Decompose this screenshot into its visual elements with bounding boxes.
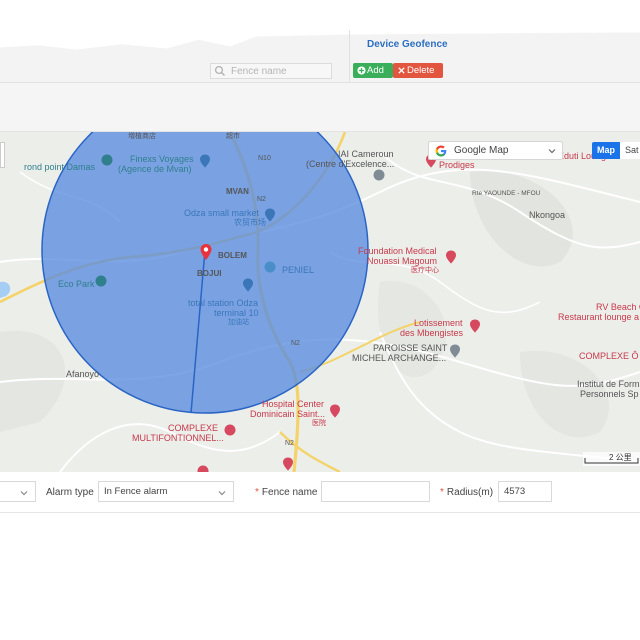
alarm-type-label: Alarm type bbox=[46, 487, 94, 498]
radius-label: * Radius(m) bbox=[440, 487, 493, 498]
map-label: Nkongoa bbox=[529, 210, 566, 220]
poi-tourism-icon bbox=[101, 154, 113, 166]
map-label: des Mbengistes bbox=[400, 328, 464, 338]
map-view-button[interactable]: Map bbox=[592, 142, 620, 159]
map-label: Eco Park bbox=[58, 279, 95, 289]
map-label: IAI Cameroun bbox=[338, 149, 394, 159]
alarm-type-value: In Fence alarm bbox=[104, 486, 168, 497]
map-label: Dominicain Saint... bbox=[250, 409, 326, 419]
plus-circle-icon bbox=[357, 66, 366, 75]
radius-label-text: Radius(m) bbox=[446, 487, 494, 498]
map-label: N2 bbox=[285, 440, 294, 447]
map-label: Lotissement bbox=[414, 318, 463, 328]
map-label: Institut de Form bbox=[577, 379, 640, 389]
poi-park-icon bbox=[95, 275, 107, 287]
poi-church-2-icon bbox=[450, 344, 460, 358]
device-select[interactable] bbox=[0, 481, 36, 502]
map-label: terminal 10 bbox=[214, 308, 259, 318]
chevron-down-icon bbox=[20, 491, 28, 496]
google-logo-icon bbox=[435, 145, 447, 157]
delete-button[interactable]: Delete bbox=[393, 63, 443, 78]
poi-hospital-3-icon bbox=[283, 457, 293, 471]
map-label: PAROISSE SAINT bbox=[373, 343, 448, 353]
map-label: Nouassi Magoum bbox=[367, 256, 438, 266]
add-button[interactable]: Add bbox=[353, 63, 393, 78]
map-canvas[interactable]: 増植商店 超市 Finexs Voyages (Agence de Mvan) … bbox=[0, 132, 640, 472]
poi-church-icon bbox=[264, 261, 276, 273]
fence-name-label: * Fence name bbox=[255, 487, 318, 498]
map-label: 増植商店 bbox=[128, 133, 156, 140]
map-label: total station Odza bbox=[188, 298, 259, 308]
required-mark: * bbox=[440, 487, 444, 498]
required-mark: * bbox=[255, 487, 259, 498]
map-label: N2 bbox=[257, 196, 266, 203]
map-label: 医疗中心 bbox=[411, 267, 439, 274]
map-label: rond point Damas bbox=[24, 162, 96, 172]
map-label: RV Beach C bbox=[596, 302, 640, 312]
poi-fuel-icon bbox=[243, 278, 253, 292]
poi-hospital-icon bbox=[446, 250, 456, 264]
map-label: Foundation Medical bbox=[358, 246, 437, 256]
header-divider bbox=[349, 30, 350, 82]
map-label: Finexs Voyages bbox=[130, 154, 194, 164]
map-label: Odza small market bbox=[184, 208, 260, 218]
map-label: MICHEL ARCHANGE... bbox=[352, 353, 447, 363]
map-label: Hospital Center bbox=[262, 399, 325, 409]
map-label: 农贸市场 bbox=[234, 218, 266, 227]
map-label: COMPLEXE bbox=[168, 423, 219, 433]
add-button-label: Add bbox=[367, 65, 384, 76]
map-label: BOLEM bbox=[218, 251, 247, 260]
map-label: MVAN bbox=[226, 187, 249, 196]
map-label: 超市 bbox=[226, 133, 240, 140]
radius-input[interactable]: 4573 bbox=[498, 481, 552, 502]
map-label: (Agence de Mvan) bbox=[118, 164, 192, 174]
chevron-down-icon bbox=[218, 491, 226, 496]
close-icon bbox=[398, 67, 405, 74]
toolbar-band bbox=[0, 82, 640, 132]
delete-button-label: Delete bbox=[407, 65, 435, 76]
map-type-value: Google Map bbox=[454, 145, 509, 156]
radius-value: 4573 bbox=[504, 486, 526, 497]
poi-lodging-icon bbox=[470, 319, 480, 333]
poi-shop-bottom-icon bbox=[197, 465, 209, 472]
fence-name-input[interactable] bbox=[321, 481, 430, 502]
map-label: 加油站 bbox=[228, 319, 249, 326]
fence-center-marker-icon[interactable] bbox=[199, 243, 213, 261]
map-label: 医院 bbox=[312, 420, 326, 427]
map-label: N10 bbox=[258, 155, 271, 162]
map-label: PENIEL bbox=[282, 265, 315, 275]
map-label: BOJUI bbox=[197, 269, 222, 278]
poi-shop-icon bbox=[200, 154, 210, 168]
map-label: Restaurant lounge a bbox=[558, 312, 640, 322]
alarm-type-select[interactable]: In Fence alarm bbox=[98, 481, 234, 502]
geofence-section-title: Device Geofence bbox=[367, 39, 448, 50]
map-label: Afanoyo bbox=[66, 369, 100, 379]
map-type-dropdown[interactable]: Google Map bbox=[428, 141, 563, 160]
map-label: (Centre d'Excelence... bbox=[306, 159, 395, 169]
map-label: Personnels Sp bbox=[580, 389, 639, 399]
map-scale-label: 2 公里 bbox=[609, 453, 632, 462]
map-label: COMPLEXE Ô bbox=[579, 351, 639, 361]
bottom-blank-area bbox=[0, 513, 640, 640]
map-label: MULTIFONTIONNEL... bbox=[132, 433, 224, 443]
poi-hospital-2-icon bbox=[330, 404, 340, 418]
map-fullscreen-control[interactable] bbox=[0, 142, 5, 168]
chevron-down-icon bbox=[548, 149, 556, 154]
search-icon bbox=[214, 65, 225, 76]
map-label: N2 bbox=[291, 340, 300, 347]
poi-education-icon bbox=[373, 169, 385, 181]
map-label: Prodiges bbox=[439, 160, 475, 170]
poi-complex-icon bbox=[224, 424, 236, 436]
satellite-view-button[interactable]: Sat bbox=[620, 142, 640, 159]
map-label: Rte YAOUNDE - MFOU bbox=[472, 190, 541, 197]
fence-search-input[interactable] bbox=[210, 63, 332, 79]
fence-name-label-text: Fence name bbox=[261, 487, 318, 498]
